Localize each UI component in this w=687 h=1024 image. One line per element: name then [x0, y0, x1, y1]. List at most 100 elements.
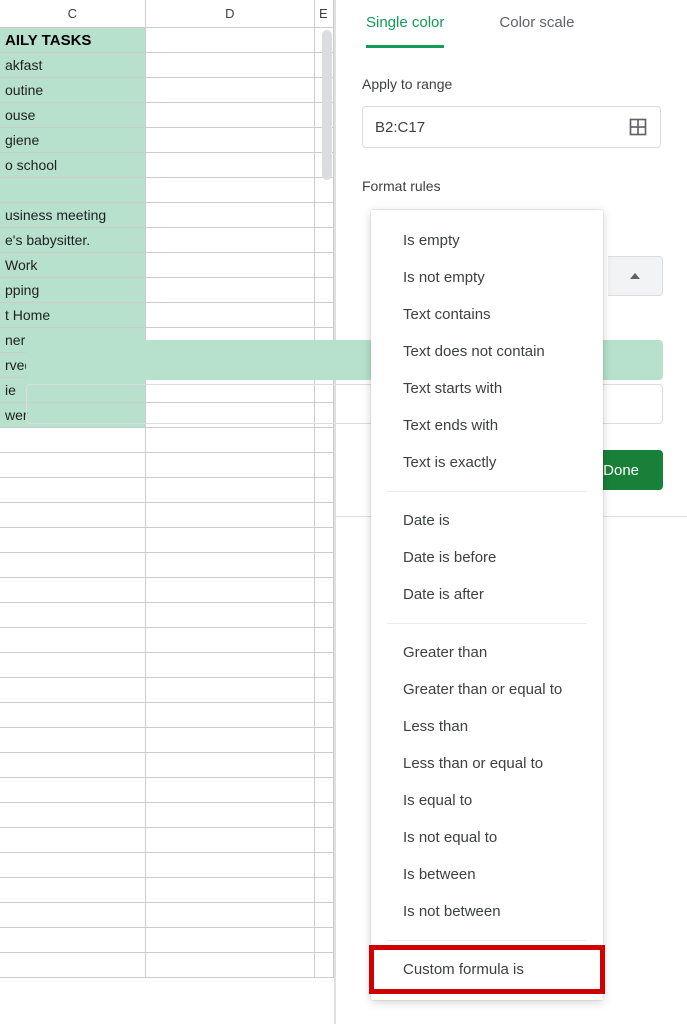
cell[interactable]: Work	[0, 253, 146, 278]
cell[interactable]: usiness meeting	[0, 203, 146, 228]
cell[interactable]	[315, 203, 334, 228]
cell[interactable]: pping	[0, 278, 146, 303]
dropdown-item[interactable]: Date is before	[371, 539, 603, 576]
cell[interactable]	[315, 628, 334, 653]
cell[interactable]	[315, 653, 334, 678]
cell[interactable]	[146, 853, 315, 878]
cell[interactable]	[0, 628, 146, 653]
dropdown-item[interactable]: Text does not contain	[371, 333, 603, 370]
dropdown-item[interactable]: Text ends with	[371, 407, 603, 444]
cell[interactable]	[315, 678, 334, 703]
cell[interactable]	[315, 453, 334, 478]
cell[interactable]	[315, 878, 334, 903]
cell[interactable]	[0, 453, 146, 478]
dropdown-item[interactable]: Less than	[371, 708, 603, 745]
cell[interactable]	[146, 603, 315, 628]
dropdown-item[interactable]: Text starts with	[371, 370, 603, 407]
cell[interactable]	[0, 803, 146, 828]
dropdown-item[interactable]: Text is exactly	[371, 444, 603, 481]
cell[interactable]: AILY TASKS	[0, 28, 146, 53]
cell[interactable]	[315, 753, 334, 778]
col-header-e[interactable]: E	[315, 0, 334, 28]
cell[interactable]	[315, 853, 334, 878]
cell[interactable]	[146, 728, 315, 753]
cell[interactable]	[146, 153, 315, 178]
cell[interactable]	[146, 428, 315, 453]
cell[interactable]	[146, 703, 315, 728]
cell[interactable]	[146, 453, 315, 478]
cell[interactable]	[146, 678, 315, 703]
col-header-c[interactable]: C	[0, 0, 146, 28]
cell[interactable]	[146, 828, 315, 853]
cell[interactable]	[315, 228, 334, 253]
cell[interactable]	[315, 703, 334, 728]
cell[interactable]	[146, 753, 315, 778]
range-input[interactable]	[375, 119, 628, 136]
cell[interactable]	[146, 28, 315, 53]
cell[interactable]	[0, 603, 146, 628]
cell[interactable]: ouse	[0, 103, 146, 128]
cell[interactable]: o school	[0, 153, 146, 178]
cell[interactable]	[315, 553, 334, 578]
dropdown-item[interactable]: Date is after	[371, 576, 603, 613]
cell[interactable]	[0, 678, 146, 703]
dropdown-item[interactable]: Custom formula is	[371, 951, 603, 988]
dropdown-item[interactable]: Greater than or equal to	[371, 671, 603, 708]
cell[interactable]	[146, 178, 315, 203]
cell[interactable]	[146, 78, 315, 103]
cell[interactable]	[146, 653, 315, 678]
cell[interactable]	[0, 503, 146, 528]
dropdown-item[interactable]: Is between	[371, 856, 603, 893]
cell[interactable]	[146, 478, 315, 503]
cell[interactable]: giene	[0, 128, 146, 153]
cell[interactable]	[0, 853, 146, 878]
cell[interactable]	[315, 528, 334, 553]
dropdown-item[interactable]: Is not equal to	[371, 819, 603, 856]
cell[interactable]	[315, 953, 334, 978]
cell[interactable]	[0, 753, 146, 778]
cell[interactable]	[146, 553, 315, 578]
cell[interactable]	[0, 178, 146, 203]
dropdown-item[interactable]: Is not between	[371, 893, 603, 930]
cell[interactable]	[315, 928, 334, 953]
dropdown-item[interactable]: Is empty	[371, 222, 603, 259]
cell[interactable]	[0, 578, 146, 603]
dropdown-item[interactable]: Is not empty	[371, 259, 603, 296]
dropdown-item[interactable]: Text contains	[371, 296, 603, 333]
cell[interactable]	[0, 928, 146, 953]
dropdown-item[interactable]: Is equal to	[371, 782, 603, 819]
col-header-d[interactable]: D	[146, 0, 315, 28]
cell[interactable]: akfast	[0, 53, 146, 78]
cell[interactable]	[315, 803, 334, 828]
cell[interactable]	[0, 703, 146, 728]
cell[interactable]	[0, 953, 146, 978]
cell[interactable]	[146, 128, 315, 153]
cell[interactable]	[146, 528, 315, 553]
cell[interactable]	[146, 53, 315, 78]
cell[interactable]	[315, 578, 334, 603]
tab-single-color[interactable]: Single color	[366, 14, 444, 48]
cell[interactable]	[0, 653, 146, 678]
format-rule-dropdown-trigger[interactable]	[608, 256, 663, 296]
cell[interactable]	[146, 578, 315, 603]
cell[interactable]	[0, 553, 146, 578]
cell[interactable]	[0, 828, 146, 853]
cell[interactable]	[146, 278, 315, 303]
cell[interactable]	[315, 603, 334, 628]
cell[interactable]	[146, 203, 315, 228]
cell[interactable]	[146, 778, 315, 803]
cell[interactable]	[146, 628, 315, 653]
cell[interactable]: outine	[0, 78, 146, 103]
cell[interactable]	[146, 228, 315, 253]
dropdown-item[interactable]: Greater than	[371, 634, 603, 671]
cell[interactable]	[315, 728, 334, 753]
cell[interactable]	[0, 528, 146, 553]
cell[interactable]	[315, 828, 334, 853]
cell[interactable]	[0, 778, 146, 803]
cell[interactable]	[146, 953, 315, 978]
cell[interactable]	[0, 878, 146, 903]
cell[interactable]: t Home	[0, 303, 146, 328]
cell[interactable]	[0, 728, 146, 753]
dropdown-item[interactable]: Less than or equal to	[371, 745, 603, 782]
select-range-icon[interactable]	[628, 117, 648, 137]
